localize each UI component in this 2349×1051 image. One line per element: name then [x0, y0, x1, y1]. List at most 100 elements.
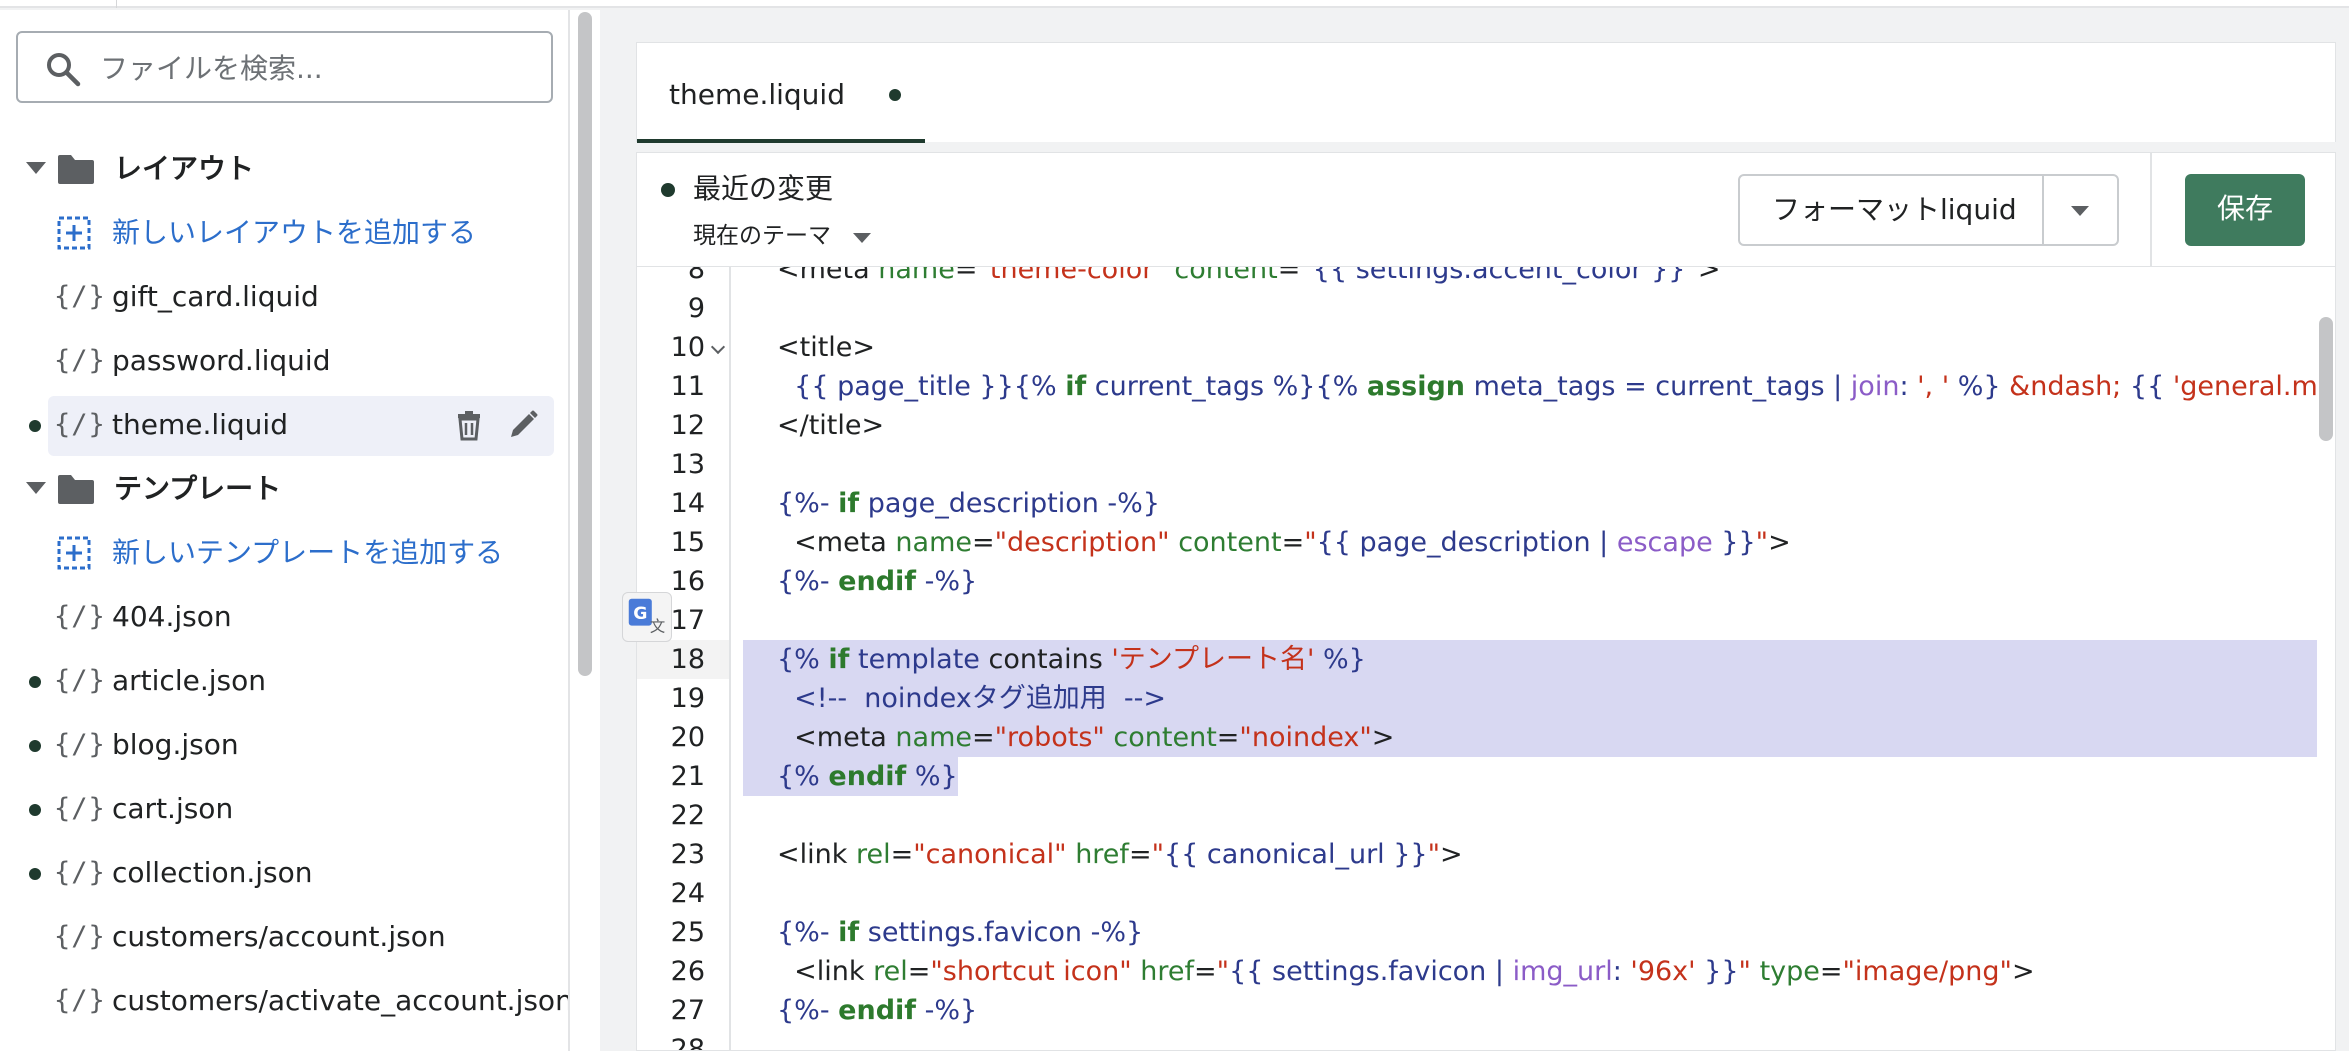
- line-number: 14: [670, 488, 705, 519]
- line-number: 12: [670, 410, 705, 441]
- code-scrollbar-thumb[interactable]: [2319, 317, 2333, 441]
- code-line: 16 {%- endif -%}: [637, 562, 2335, 601]
- format-liquid-button[interactable]: フォーマットliquid: [1738, 174, 2119, 246]
- code-token: endif: [838, 566, 917, 597]
- folder-templates[interactable]: テンプレート: [0, 458, 568, 520]
- add-file-label: 新しいレイアウトを追加する: [112, 216, 477, 249]
- code-line: 18 {% if template contains 'テンプレート名' %}: [637, 640, 2335, 679]
- line-number: 10: [670, 332, 705, 363]
- pencil-icon[interactable]: [506, 408, 540, 442]
- modified-indicator: [29, 740, 41, 752]
- chevron-down-icon[interactable]: [2071, 206, 2089, 216]
- folder-icon: [58, 155, 94, 184]
- editor-area: theme.liquid 最近の変更 現在のテーマ フォーマットliquid 保…: [600, 10, 2349, 1051]
- code-token: {%-: [777, 566, 839, 597]
- file-item[interactable]: {/} theme.liquid: [0, 394, 568, 456]
- code-token: if: [838, 917, 860, 948]
- file-item[interactable]: {/} 404.json: [0, 586, 568, 648]
- search-input[interactable]: ファイルを検索...: [16, 31, 553, 103]
- line-number: 19: [670, 683, 705, 714]
- code-token: <title>: [777, 332, 876, 363]
- code-line: 10 <title>: [637, 328, 2335, 367]
- file-name: 404.json: [112, 600, 232, 633]
- code-text: {%- endif -%}: [777, 562, 977, 601]
- code-token: page_description -%}: [859, 488, 1160, 519]
- code-token: rel: [855, 839, 891, 870]
- code-scrollbar[interactable]: [2313, 267, 2335, 1050]
- code-token: name: [878, 267, 955, 285]
- code-token: >: [2011, 956, 2035, 987]
- chevron-down-icon[interactable]: [26, 482, 46, 494]
- code-token: href: [1140, 956, 1195, 987]
- google-translate-icon[interactable]: G 文: [622, 592, 672, 642]
- chevron-down-icon[interactable]: [26, 162, 46, 174]
- code-token: {%: [777, 644, 829, 675]
- current-theme-dropdown[interactable]: 現在のテーマ: [693, 221, 831, 251]
- modified-indicator: [29, 420, 41, 432]
- code-token: join: [1850, 371, 1900, 402]
- code-token: 'テンプレート名': [1111, 644, 1315, 675]
- file-item[interactable]: {/} blog.json: [0, 714, 568, 776]
- sidebar-scrollbar[interactable]: [570, 10, 600, 1051]
- code-line: 13: [637, 445, 2335, 484]
- file-item[interactable]: {/} customers/account.json: [0, 906, 568, 968]
- code-editor[interactable]: 8 <meta name="theme-color" content="{{ se…: [636, 267, 2336, 1051]
- line-number: 25: [670, 917, 705, 948]
- code-token: {{ settings.favicon |: [1229, 956, 1513, 987]
- translate-glyph: G 文: [628, 598, 665, 635]
- code-line: 25 {%- if settings.favicon -%}: [637, 913, 2335, 952]
- liquid-file-icon: {/}: [54, 345, 106, 376]
- code-token: =: [954, 267, 978, 285]
- tab-label: theme.liquid: [669, 78, 845, 111]
- top-strip-divider: [116, 0, 117, 8]
- code-text: {% endif %}: [743, 757, 958, 796]
- line-number: 20: [670, 722, 705, 753]
- chevron-down-icon[interactable]: [853, 233, 871, 243]
- code-token: current_tags %}{%: [1086, 371, 1367, 402]
- add-template-button[interactable]: 新しいテンプレートを追加する: [0, 522, 568, 584]
- code-line: 21 {% endif %}: [637, 757, 2335, 796]
- code-line: 8 <meta name="theme-color" content="{{ se…: [637, 267, 2335, 289]
- file-item[interactable]: {/} article.json: [0, 650, 568, 712]
- code-token: name: [895, 722, 972, 753]
- file-item[interactable]: {/} password.liquid: [0, 330, 568, 392]
- unsaved-indicator: [889, 89, 901, 101]
- tab-theme-liquid[interactable]: theme.liquid: [637, 43, 925, 143]
- file-item[interactable]: {/} collection.json: [0, 842, 568, 904]
- code-token: >: [1440, 839, 1463, 870]
- file-name: collection.json: [112, 856, 313, 889]
- save-button[interactable]: 保存: [2185, 174, 2305, 246]
- code-token: =: [1281, 527, 1305, 558]
- code-token: rel: [873, 956, 908, 987]
- tab-bar: theme.liquid: [636, 42, 2336, 143]
- file-item[interactable]: {/} gift_card.liquid: [0, 266, 568, 328]
- code-token: {%: [777, 761, 829, 792]
- code-token: img_url: [1512, 956, 1613, 987]
- code-token: if: [1065, 371, 1087, 402]
- code-token: template: [849, 644, 989, 675]
- file-item[interactable]: {/} customers/activate_account.json: [0, 970, 568, 1032]
- add-file-icon: [57, 216, 91, 250]
- sidebar-scrollbar-thumb[interactable]: [578, 12, 592, 676]
- file-item[interactable]: {/} cart.json: [0, 778, 568, 840]
- code-line: 14 {%- if page_description -%}: [637, 484, 2335, 523]
- code-token: ": [1755, 527, 1769, 558]
- recent-changes-label: 最近の変更: [693, 172, 834, 205]
- code-token: =: [972, 527, 995, 558]
- trash-icon[interactable]: [452, 408, 486, 442]
- line-number: 13: [670, 449, 705, 480]
- liquid-file-icon: {/}: [54, 665, 106, 696]
- folder-layout[interactable]: レイアウト: [0, 138, 568, 200]
- code-token: "image/png": [1842, 956, 2012, 987]
- code-token: '96x': [1630, 956, 1696, 987]
- code-token: -%}: [916, 995, 978, 1026]
- code-token: escape: [1616, 527, 1713, 558]
- code-token: {{ settings.accent_color }}: [1312, 267, 1686, 285]
- code-token: :: [1612, 956, 1631, 987]
- modified-indicator: [29, 804, 41, 816]
- fold-chevron-icon[interactable]: [710, 339, 726, 355]
- code-line: 28: [637, 1030, 2335, 1050]
- add-layout-button[interactable]: 新しいレイアウトを追加する: [0, 202, 568, 264]
- code-text: <!-- noindexタグ追加用 -->: [777, 679, 1166, 718]
